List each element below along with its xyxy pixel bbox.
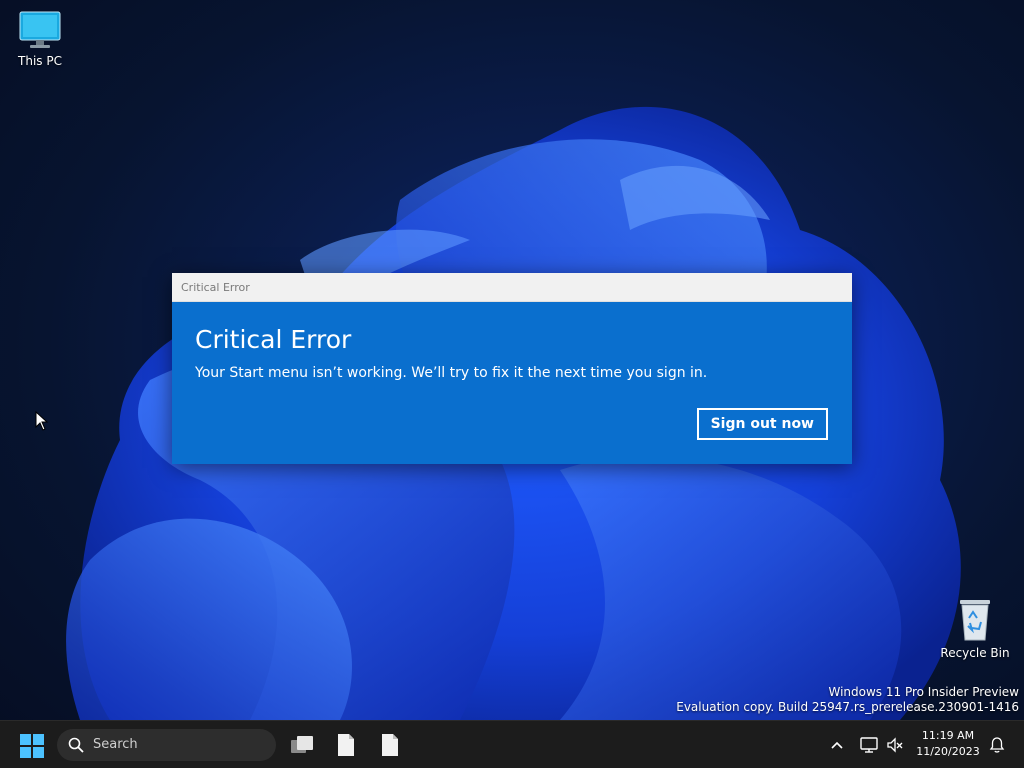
build-watermark: Windows 11 Pro Insider Preview Evaluatio…: [676, 685, 1019, 715]
search-placeholder: Search: [93, 737, 138, 752]
desktop: This PC Recycle Bin Windows 11 Pro Insid…: [0, 0, 1024, 768]
show-hidden-icons-chevron-icon[interactable]: [829, 737, 845, 753]
clock-date: 11/20/2023: [916, 745, 980, 758]
dialog-titlebar: Critical Error: [172, 273, 852, 302]
watermark-build: Evaluation copy. Build 25947.rs_prerelea…: [676, 700, 1019, 714]
dialog-message: Your Start menu isn’t working. We’ll try…: [195, 365, 708, 381]
clock-time: 11:19 AM: [921, 729, 975, 742]
watermark-edition: Windows 11 Pro Insider Preview: [828, 685, 1019, 699]
sign-out-now-button[interactable]: Sign out now: [696, 408, 828, 440]
network-icon[interactable]: [859, 735, 879, 755]
volume-muted-icon[interactable]: [886, 736, 904, 754]
mouse-cursor-icon: [35, 411, 49, 431]
taskbar: Search 11:19 AM 11/20/2023: [0, 720, 1024, 768]
critical-error-dialog: Critical Error Critical Error Your Start…: [172, 273, 852, 464]
task-view-icon[interactable]: [288, 731, 316, 759]
notification-bell-icon[interactable]: [988, 736, 1006, 754]
recycle-bin-icon: [960, 600, 990, 641]
taskbar-search-box[interactable]: Search: [57, 729, 276, 761]
file-icon[interactable]: [376, 731, 404, 759]
taskbar-clock[interactable]: 11:19 AM 11/20/2023: [912, 728, 984, 760]
monitor-icon: [19, 11, 61, 48]
desktop-icon-this-pc[interactable]: This PC: [0, 10, 80, 68]
dialog-body: Critical Error Your Start menu isn’t wor…: [172, 302, 852, 464]
desktop-icon-recycle-bin[interactable]: Recycle Bin: [935, 596, 1015, 660]
search-icon: [68, 737, 84, 753]
file-icon[interactable]: [332, 731, 360, 759]
windows-start-icon[interactable]: [19, 733, 45, 759]
desktop-icon-label: This PC: [18, 54, 62, 68]
dialog-heading: Critical Error: [195, 325, 352, 354]
desktop-icon-label: Recycle Bin: [940, 646, 1010, 660]
